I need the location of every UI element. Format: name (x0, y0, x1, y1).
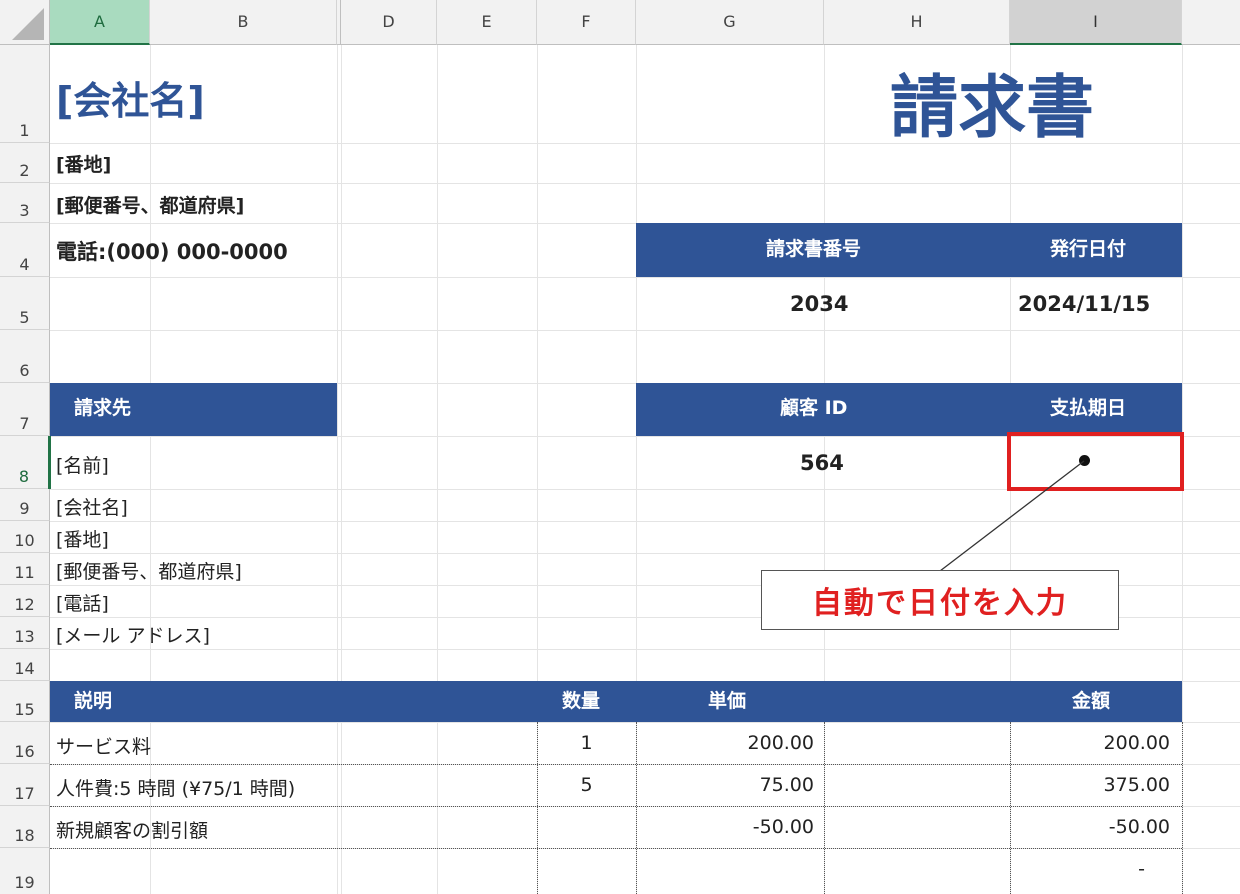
item-qty[interactable]: 1 (537, 732, 636, 754)
due-date-label[interactable]: 支払期日 (1050, 399, 1126, 418)
item-desc[interactable]: サービス料 (56, 732, 151, 759)
item-unit-price[interactable]: -50.00 (636, 816, 814, 838)
bill-to-street[interactable]: [番地] (56, 525, 109, 552)
row-header-11[interactable]: 11 (0, 553, 50, 585)
items-qty-label[interactable]: 数量 (562, 692, 600, 711)
items-header-band (50, 681, 1182, 722)
column-header-empty (1182, 0, 1240, 45)
row-header-17[interactable]: 17 (0, 764, 50, 806)
column-header-b[interactable]: B (150, 0, 337, 45)
row-header-18[interactable]: 18 (0, 806, 50, 848)
row-header-1[interactable]: 1 (0, 45, 50, 143)
column-header-i[interactable]: I (1010, 0, 1182, 45)
row-header-19[interactable]: 19 (0, 848, 50, 894)
callout-text: 自動で日付を入力 (812, 586, 1068, 621)
row-header-12[interactable]: 12 (0, 585, 50, 617)
item-amount[interactable]: - (1010, 858, 1145, 880)
row-header-6[interactable]: 6 (0, 330, 50, 383)
column-header-a[interactable]: A (50, 0, 150, 45)
invoice-number-label[interactable]: 請求書番号 (766, 240, 861, 259)
row-header-5[interactable]: 5 (0, 277, 50, 330)
row-header-16[interactable]: 16 (0, 722, 50, 764)
row-header-4[interactable]: 4 (0, 223, 50, 277)
active-cell-indicator (48, 436, 51, 489)
bill-to-phone[interactable]: [電話] (56, 589, 109, 616)
callout-leader-line (939, 460, 1085, 572)
items-unit-label[interactable]: 単価 (708, 692, 746, 711)
item-qty[interactable]: 5 (537, 774, 636, 796)
company-name[interactable]: [会社名] (56, 70, 205, 125)
issue-date-value[interactable]: 2024/11/15 (1018, 292, 1150, 316)
column-header-h[interactable]: H (824, 0, 1010, 45)
invoice-number-value[interactable]: 2034 (790, 292, 848, 316)
items-amount-label[interactable]: 金額 (1072, 692, 1110, 711)
bill-to-zip-pref[interactable]: [郵便番号、都道府県] (56, 557, 242, 584)
issue-date-label[interactable]: 発行日付 (1050, 240, 1126, 259)
bill-to-company[interactable]: [会社名] (56, 493, 128, 520)
row-header-7[interactable]: 7 (0, 383, 50, 436)
row-header-14[interactable]: 14 (0, 649, 50, 681)
select-all-triangle-icon (12, 8, 44, 40)
row-header-9[interactable]: 9 (0, 489, 50, 521)
select-all-corner[interactable] (0, 0, 50, 45)
bill-to-name[interactable]: [名前] (56, 451, 109, 478)
company-zip-pref[interactable]: [郵便番号、都道府県] (56, 191, 244, 218)
item-unit-price[interactable]: 75.00 (636, 774, 814, 796)
column-header-d[interactable]: D (341, 0, 437, 45)
bill-to-email[interactable]: [メール アドレス] (56, 621, 210, 648)
company-phone[interactable]: 電話:(000) 000-0000 (56, 236, 288, 266)
row-header-13[interactable]: 13 (0, 617, 50, 649)
company-street[interactable]: [番地] (56, 150, 111, 177)
item-desc[interactable]: 新規顧客の割引額 (56, 816, 208, 843)
row-header-8[interactable]: 8 (0, 436, 50, 489)
column-header-g[interactable]: G (636, 0, 824, 45)
column-header-f[interactable]: F (537, 0, 636, 45)
customer-id-label[interactable]: 顧客 ID (780, 399, 847, 418)
row-header-15[interactable]: 15 (0, 681, 50, 722)
items-desc-label[interactable]: 説明 (74, 692, 112, 711)
row-header-2[interactable]: 2 (0, 143, 50, 183)
item-amount[interactable]: -50.00 (1010, 816, 1170, 838)
row-header-3[interactable]: 3 (0, 183, 50, 223)
item-unit-price[interactable]: 200.00 (636, 732, 814, 754)
invoice-title[interactable]: 請求書 (890, 52, 1094, 151)
callout-box: 自動で日付を入力 (761, 570, 1119, 630)
customer-id-value[interactable]: 564 (800, 451, 844, 475)
column-header-e[interactable]: E (437, 0, 537, 45)
row-header-10[interactable]: 10 (0, 521, 50, 553)
item-desc[interactable]: 人件費:5 時間 (¥75/1 時間) (56, 774, 295, 801)
item-amount[interactable]: 200.00 (1010, 732, 1170, 754)
item-amount[interactable]: 375.00 (1010, 774, 1170, 796)
bill-to-label[interactable]: 請求先 (74, 399, 131, 418)
